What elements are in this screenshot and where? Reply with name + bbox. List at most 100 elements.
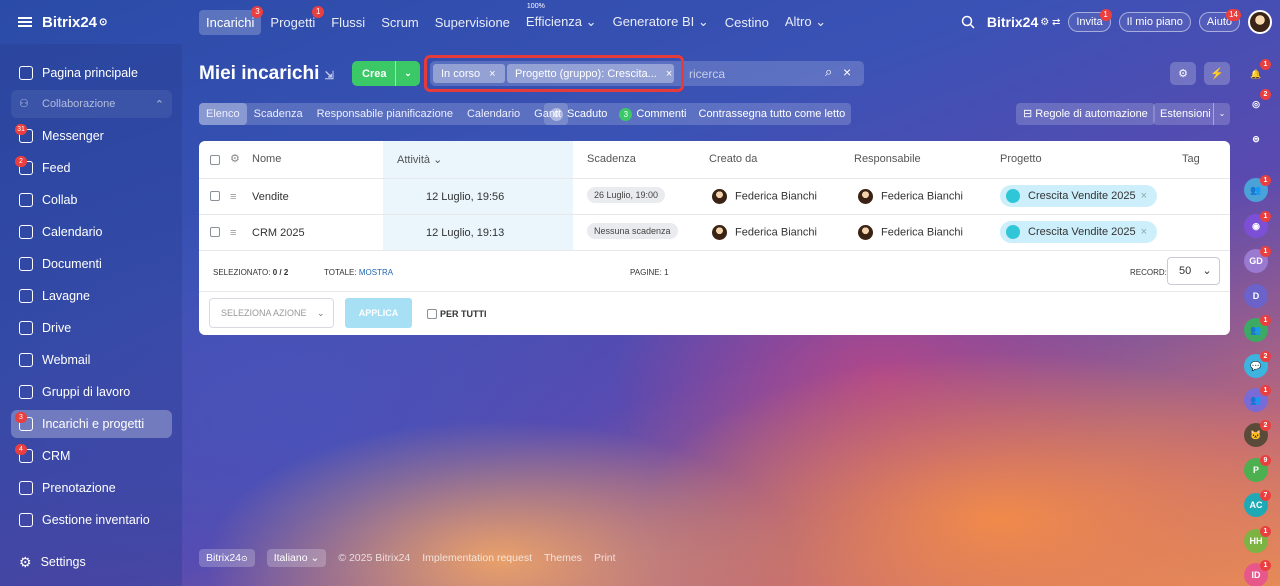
chevron-down-icon[interactable]: ⌄ [1213,103,1230,125]
sidebar-item-collaborazione[interactable]: ⚇ Collaborazione ⌃ [11,90,172,118]
sidebar-item-feed[interactable]: 2 Feed [11,154,172,182]
sidebar-item-collab[interactable]: Collab [11,186,172,214]
counter-overdue[interactable]: 0 Scaduto [550,107,607,121]
user-avatar[interactable] [1248,10,1272,34]
table-row[interactable]: ≡ CRM 2025 12 Luglio, 19:13 Nessuna scad… [199,214,1230,250]
search-icon[interactable] [961,15,975,29]
search-icon[interactable]: ⌕ [825,64,832,80]
sidebar-item-prenotazione[interactable]: Prenotazione [11,474,172,502]
extensions-button[interactable]: Estensioni ⌄ [1153,103,1230,125]
chevron-down-icon[interactable]: ⌄ [395,61,420,86]
settings-button[interactable]: ⚙ [1170,62,1196,85]
right-bar-item[interactable]: 💬 2 [1244,351,1271,378]
column-header-tag[interactable]: Tag [1182,153,1200,165]
counter-comments[interactable]: 3 Commenti [619,107,687,121]
project-tag[interactable]: Crescita Vendite 2025 × [1000,221,1158,243]
right-bar-item[interactable]: D [1244,284,1268,308]
chevron-up-icon[interactable]: ⌃ [155,98,164,111]
language-select[interactable]: Italiano ⌄ [266,549,327,567]
sidebar-item-gestione-inventario[interactable]: Gestione inventario [11,506,172,534]
right-bar-item[interactable]: ◎ 2 [1244,89,1271,116]
sidebar-item-webmail[interactable]: Webmail [11,346,172,374]
sidebar-item-incarichi-e-progetti[interactable]: 3 Incarichi e progetti [11,410,172,438]
sidebar-item-settings[interactable]: ⚙ Settings [11,548,172,576]
sidebar-item-gruppi-di-lavoro[interactable]: Gruppi di lavoro [11,378,172,406]
brand[interactable]: Bitrix24 ⊙ [0,0,182,44]
drag-handle-icon[interactable]: ≡ [230,227,236,239]
row-checkbox[interactable] [210,191,220,201]
sidebar-item-lavagne[interactable]: Lavagne [11,282,172,310]
tab-elenco[interactable]: Elenco [199,103,247,125]
sidebar-item-calendario[interactable]: Calendario [11,218,172,246]
per-tutti-checkbox[interactable] [427,309,437,319]
right-bar-item[interactable]: 👥 1 [1244,315,1271,342]
column-header-attivita[interactable]: Attività ⌄ [397,153,442,166]
project-tag[interactable]: Crescita Vendite 2025 × [1000,185,1158,207]
nav-altro[interactable]: Altro ⌄ [778,9,833,35]
show-total-link[interactable]: MOSTRA [359,268,393,277]
invite-button[interactable]: Invita 1 [1068,9,1112,32]
deadline-badge[interactable]: 26 Luglio, 19:00 [587,187,666,203]
row-checkbox[interactable] [210,227,220,237]
apply-button[interactable]: APPLICA [345,298,412,328]
nav-efficienza[interactable]: 100% Efficienza ⌄ [519,3,604,35]
pin-icon[interactable]: ⇲ [325,70,334,82]
nav-progetti[interactable]: Progetti 1 [263,5,325,35]
column-header-creato-da[interactable]: Creato da [709,153,757,165]
right-bar-item[interactable]: GD 1 [1244,246,1271,273]
responsible[interactable]: Federica Bianchi [858,225,963,240]
lightning-button[interactable]: ⚡ [1204,62,1230,85]
close-icon[interactable]: × [1141,226,1147,238]
sidebar-item-documenti[interactable]: Documenti [11,250,172,278]
record-select[interactable]: 50 ⌄ [1167,257,1220,285]
right-bar-item[interactable]: AC 7 [1244,490,1271,517]
select-all-checkbox[interactable] [210,155,220,165]
gear-icon[interactable]: ⚙ ⇄ [1040,17,1060,28]
nav-flussi[interactable]: Flussi [324,10,372,35]
creator[interactable]: Federica Bianchi [712,189,817,204]
gear-icon[interactable]: ⚙ [230,152,240,165]
right-bar-item[interactable]: ⊜ [1244,127,1268,151]
deadline-badge[interactable]: Nessuna scadenza [587,223,678,239]
help-button[interactable]: Aiuto 14 [1198,9,1241,32]
sidebar-item-messenger[interactable]: 31 Messenger [11,122,172,150]
right-bar-item[interactable]: HH 1 [1244,526,1271,553]
create-button[interactable]: Crea ⌄ [352,61,420,86]
tab-responsabile-pianificazione[interactable]: Responsabile pianificazione [310,103,460,125]
sidebar-item-pagina-principale[interactable]: Pagina principale [11,59,172,87]
search-input[interactable] [689,64,819,83]
close-icon[interactable]: × [1141,190,1147,202]
table-row[interactable]: ≡ Vendite 12 Luglio, 19:56 26 Luglio, 19… [199,178,1230,214]
footer-brand[interactable]: Bitrix24⊙ [199,549,255,567]
nav-scrum[interactable]: Scrum [374,10,426,35]
drag-handle-icon[interactable]: ≡ [230,191,236,203]
right-bar-item[interactable]: 👥 1 [1244,385,1271,412]
implementation-request-link[interactable]: Implementation request [422,552,532,564]
right-bar-item[interactable]: ID 1 [1244,560,1271,586]
mark-all-read-link[interactable]: Contrassegna tutto come letto [699,108,846,120]
right-bar-item[interactable]: ◉ 1 [1244,211,1271,238]
right-bar-item[interactable]: 👥 1 [1244,175,1271,202]
nav-incarichi[interactable]: Incarichi 3 [199,5,264,35]
nav-supervisione[interactable]: Supervisione [428,10,517,35]
creator[interactable]: Federica Bianchi [712,225,817,240]
right-bar-item[interactable]: 🐱 2 [1244,420,1271,447]
sidebar-item-crm[interactable]: 4 CRM [11,442,172,470]
task-name[interactable]: Vendite [252,191,289,203]
column-header-scadenza[interactable]: Scadenza [587,153,636,165]
nav-cestino[interactable]: Cestino [718,10,776,35]
column-header-responsabile[interactable]: Responsabile [854,153,921,165]
close-icon[interactable]: × [843,64,851,80]
column-header-progetto[interactable]: Progetto [1000,153,1042,165]
print-link[interactable]: Print [594,552,616,564]
my-plan-button[interactable]: Il mio piano [1118,12,1191,32]
nav-generatore-bi[interactable]: Generatore BI ⌄ [606,9,716,35]
task-name[interactable]: CRM 2025 [252,227,305,239]
menu-icon[interactable] [18,17,32,27]
tab-calendario[interactable]: Calendario [460,103,527,125]
responsible[interactable]: Federica Bianchi [858,189,963,204]
sidebar-item-drive[interactable]: Drive [11,314,172,342]
column-header-nome[interactable]: Nome [252,153,281,165]
right-bar-item[interactable]: 🔔 1 [1244,59,1271,86]
automation-rules-button[interactable]: ⊟ Regole di automazione [1016,103,1155,125]
